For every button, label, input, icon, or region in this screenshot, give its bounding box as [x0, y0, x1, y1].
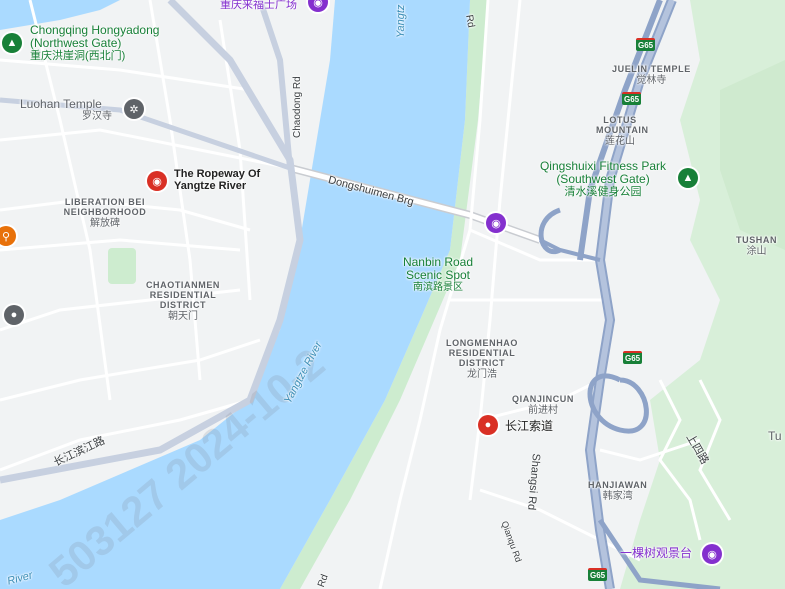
nanbin-label[interactable]: Nanbin Road Scenic Spot 南滨路景区: [396, 255, 480, 294]
hanjiawan-cn: 韩家湾: [602, 490, 633, 502]
g65-shield: G65: [636, 38, 656, 51]
tree-icon[interactable]: ▲: [678, 168, 698, 188]
camera-icon[interactable]: ◉: [486, 213, 506, 233]
lotus-label: LOTUS MOUNTAIN 莲花山: [596, 115, 649, 147]
tree-icon[interactable]: ▲: [2, 33, 22, 53]
hanjiawan-label: HANJIAWAN 韩家湾: [588, 480, 648, 502]
location-pin-icon[interactable]: ●: [478, 415, 498, 435]
nanbin-name: Nanbin Road Scenic Spot: [402, 255, 474, 283]
top-rd-label: Rd: [463, 14, 477, 29]
juelin-cn: 觉林寺: [636, 74, 667, 86]
yikeshu-label[interactable]: 一棵树观景台: [620, 546, 692, 560]
hanjiawan-name: HANJIAWAN: [588, 480, 648, 490]
fortune-plaza-label[interactable]: 重庆来福士广场: [220, 0, 297, 11]
qianjincun-label: QIANJINCUN 前进村: [512, 394, 575, 416]
liberation-label: LIBERATION BEI NEIGHBORHOOD 解放碑: [55, 197, 155, 229]
tushan-cn: 涂山: [746, 245, 767, 257]
qingshuixi-label[interactable]: Qingshuixi Fitness Park (Southwest Gate)…: [532, 159, 674, 199]
ropeway-label[interactable]: The Ropeway Of Yangtze River: [174, 168, 284, 192]
tushan-name: TUSHAN: [736, 235, 778, 245]
juelin-label: JUELIN TEMPLE 觉林寺: [612, 64, 691, 86]
lotus-name: LOTUS MOUNTAIN: [596, 115, 649, 135]
nanbin-cn: 南滨路景区: [413, 282, 463, 294]
compass-icon[interactable]: ●: [4, 305, 24, 325]
cable-label[interactable]: 长江索道: [505, 419, 553, 433]
hongyadong-name: Chongqing Hongyadong (Northwest Gate): [30, 23, 160, 51]
liberation-name: LIBERATION BEI NEIGHBORHOOD: [63, 197, 147, 217]
qianjincun-name: QIANJINCUN: [512, 394, 575, 404]
g65-shield: G65: [622, 92, 642, 105]
luohan-label[interactable]: Luohan Temple 罗汉寺: [20, 97, 112, 123]
hongyadong-label[interactable]: Chongqing Hongyadong (Northwest Gate) 重庆…: [30, 23, 200, 63]
snowflake-icon[interactable]: ✲: [124, 99, 144, 119]
longmenhao-name: LONGMENHAO RESIDENTIAL DISTRICT: [446, 338, 518, 368]
tu-edge-label: Tu: [768, 429, 782, 443]
map-canvas[interactable]: 503127 2024-10-2 重庆来福士广场 ◉ ▲ Chongqing H…: [0, 0, 785, 589]
ropeway-name: The Ropeway Of Yangtze River: [174, 168, 261, 193]
chaotianmen-cn: 朝天门: [168, 310, 198, 322]
camera-icon[interactable]: ◉: [702, 544, 722, 564]
luohan-name: Luohan Temple: [20, 97, 102, 111]
qingshuixi-name: Qingshuixi Fitness Park (Southwest Gate): [539, 159, 667, 187]
hongyadong-cn: 重庆洪崖洞(西北门): [30, 50, 126, 63]
juelin-name: JUELIN TEMPLE: [612, 64, 691, 74]
tushan-label: TUSHAN 涂山: [736, 235, 778, 257]
liberation-cn: 解放碑: [90, 217, 120, 229]
g65-shield: G65: [623, 351, 643, 364]
yangtze-top-label: Yangtz: [395, 4, 407, 38]
chaotianmen-name: CHAOTIANMEN RESIDENTIAL DISTRICT: [145, 280, 221, 310]
qingshuixi-cn: 清水溪健身公园: [564, 186, 642, 199]
g65-shield: G65: [588, 568, 608, 581]
longmenhao-label: LONGMENHAO RESIDENTIAL DISTRICT 龙门浩: [440, 338, 524, 380]
chaotianmen-label: CHAOTIANMEN RESIDENTIAL DISTRICT 朝天门: [138, 280, 228, 322]
camera-icon[interactable]: ◉: [147, 171, 167, 191]
longmenhao-cn: 龙门浩: [467, 368, 497, 380]
qianjincun-cn: 前进村: [528, 404, 558, 416]
lotus-cn: 莲花山: [605, 135, 635, 147]
luohan-cn: 罗汉寺: [82, 111, 112, 123]
chaodong-rd-label: Chaodong Rd: [292, 76, 303, 138]
